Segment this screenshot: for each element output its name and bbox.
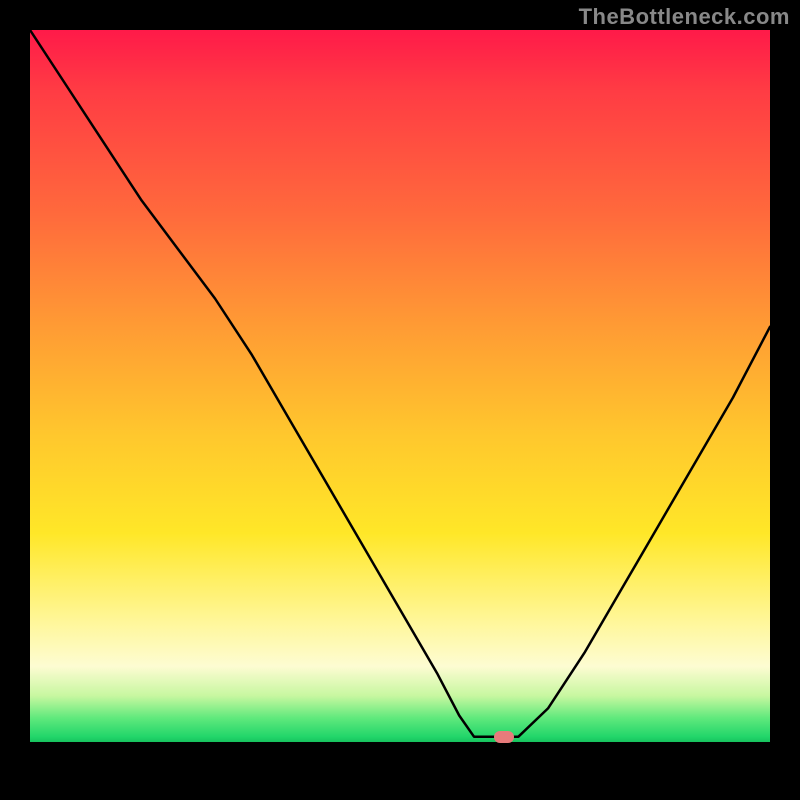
bottleneck-curve [30,30,770,737]
watermark-text: TheBottleneck.com [579,4,790,30]
curve-layer [30,30,770,770]
optimal-point-marker [494,731,514,743]
chart-frame: TheBottleneck.com [0,0,800,800]
plot-area [30,30,770,770]
